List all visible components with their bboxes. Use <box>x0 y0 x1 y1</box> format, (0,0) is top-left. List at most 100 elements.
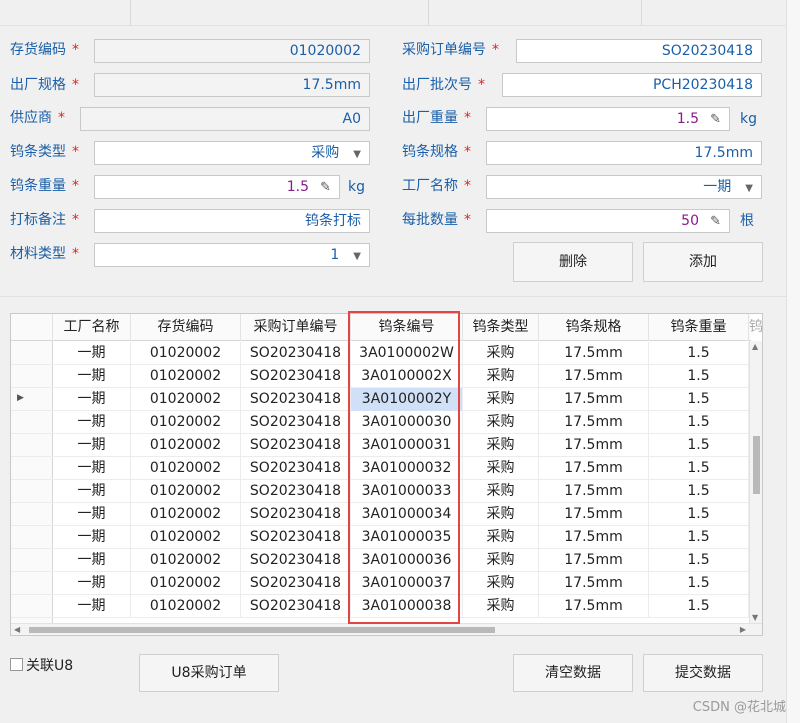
scroll-right-icon[interactable]: ▶ <box>740 624 746 635</box>
col-header-inventory-code[interactable]: 存货编码 <box>131 314 241 341</box>
cell-tungsten-type[interactable]: 采购 <box>463 434 539 457</box>
cell-tungsten-spec[interactable]: 17.5mm <box>539 595 649 618</box>
table-row[interactable]: 一期 01020002 SO20230418 3A01000035 采购 17.5mm 1.… <box>11 526 751 549</box>
col-header-po-number[interactable]: 采购订单编号 <box>241 314 351 341</box>
cell-tungsten-spec[interactable]: 17.5mm <box>539 549 649 572</box>
scroll-thumb[interactable] <box>29 627 495 633</box>
table-row[interactable]: 一期 01020002 SO20230418 3A01000030 采购 17.5mm 1.… <box>11 411 751 434</box>
cell-tungsten-weight[interactable]: 1.5 <box>649 595 749 618</box>
cell-tungsten-weight[interactable]: 1.5 <box>649 411 749 434</box>
submit-data-button[interactable]: 提交数据 <box>643 654 763 692</box>
batch-quantity-field[interactable]: 50 ✎ <box>486 209 730 233</box>
supplier-field[interactable]: A0 <box>80 107 370 131</box>
po-number-field[interactable]: SO20230418 <box>516 39 762 63</box>
cell-factory[interactable]: 一期 <box>53 342 131 365</box>
material-type-select[interactable]: 1 ▼ <box>94 243 370 267</box>
cell-tungsten-weight[interactable]: 1.5 <box>649 434 749 457</box>
cell-tungsten-no[interactable]: 3A01000035 <box>351 526 463 549</box>
col-header-overflow[interactable]: 钨 <box>749 314 762 341</box>
cell-tungsten-weight[interactable]: 1.5 <box>649 526 749 549</box>
cell-factory[interactable]: 一期 <box>53 457 131 480</box>
table-row[interactable]: 一期 01020002 SO20230418 3A0100002W 采购 17.5mm 1.… <box>11 342 751 365</box>
marking-note-field[interactable]: 钨条打标 <box>94 209 370 233</box>
cell-tungsten-weight[interactable]: 1.5 <box>649 457 749 480</box>
cell-inventory-code[interactable]: 01020002 <box>131 549 241 572</box>
cell-tungsten-no[interactable]: 3A01000033 <box>351 480 463 503</box>
cell-po-number[interactable]: SO20230418 <box>241 457 351 480</box>
scroll-left-icon[interactable]: ◀ <box>14 624 20 635</box>
cell-tungsten-type[interactable]: 采购 <box>463 457 539 480</box>
cell-po-number[interactable]: SO20230418 <box>241 365 351 388</box>
cell-tungsten-spec[interactable]: 17.5mm <box>539 434 649 457</box>
cell-tungsten-type[interactable]: 采购 <box>463 411 539 434</box>
cell-tungsten-spec[interactable]: 17.5mm <box>539 411 649 434</box>
col-header-tungsten-spec[interactable]: 钨条规格 <box>539 314 649 341</box>
delete-button[interactable]: 删除 <box>513 242 633 282</box>
table-row[interactable]: 一期 01020002 SO20230418 3A01000033 采购 17.5mm 1.… <box>11 480 751 503</box>
cell-tungsten-no[interactable]: 3A0100002Y <box>351 388 463 411</box>
cell-tungsten-type[interactable]: 采购 <box>463 595 539 618</box>
factory-name-select[interactable]: 一期 ▼ <box>486 175 762 199</box>
cell-tungsten-type[interactable]: 采购 <box>463 342 539 365</box>
u8-purchase-order-button[interactable]: U8采购订单 <box>139 654 279 692</box>
cell-inventory-code[interactable]: 01020002 <box>131 526 241 549</box>
cell-tungsten-type[interactable]: 采购 <box>463 365 539 388</box>
cell-tungsten-spec[interactable]: 17.5mm <box>539 572 649 595</box>
cell-factory[interactable]: 一期 <box>53 434 131 457</box>
tungsten-weight-field[interactable]: 1.5 ✎ <box>94 175 340 199</box>
cell-tungsten-spec[interactable]: 17.5mm <box>539 457 649 480</box>
cell-po-number[interactable]: SO20230418 <box>241 480 351 503</box>
cell-tungsten-type[interactable]: 采购 <box>463 503 539 526</box>
cell-inventory-code[interactable]: 01020002 <box>131 365 241 388</box>
factory-weight-field[interactable]: 1.5 ✎ <box>486 107 730 131</box>
cell-tungsten-spec[interactable]: 17.5mm <box>539 388 649 411</box>
tungsten-spec-field[interactable]: 17.5mm <box>486 141 762 165</box>
table-row[interactable]: 一期 01020002 SO20230418 3A01000036 采购 17.5mm 1.… <box>11 549 751 572</box>
table-row[interactable]: 一期 01020002 SO20230418 3A01000032 采购 17.5mm 1.… <box>11 457 751 480</box>
link-u8-checkbox[interactable] <box>10 658 23 671</box>
cell-tungsten-no[interactable]: 3A0100002X <box>351 365 463 388</box>
scroll-thumb[interactable] <box>753 436 760 494</box>
cell-factory[interactable]: 一期 <box>53 411 131 434</box>
cell-po-number[interactable]: SO20230418 <box>241 411 351 434</box>
cell-po-number[interactable]: SO20230418 <box>241 595 351 618</box>
cell-factory[interactable]: 一期 <box>53 595 131 618</box>
cell-tungsten-type[interactable]: 采购 <box>463 549 539 572</box>
vertical-scrollbar[interactable]: ▲ ▼ <box>749 341 762 623</box>
inventory-code-field[interactable]: 01020002 <box>94 39 370 63</box>
cell-tungsten-no[interactable]: 3A01000032 <box>351 457 463 480</box>
scroll-up-icon[interactable]: ▲ <box>752 342 758 351</box>
table-row[interactable]: 一期 01020002 SO20230418 3A0100002X 采购 17.5mm 1.… <box>11 365 751 388</box>
batch-number-field[interactable]: PCH20230418 <box>502 73 762 97</box>
col-header-factory[interactable]: 工厂名称 <box>53 314 131 341</box>
col-header-tungsten-type[interactable]: 钨条类型 <box>463 314 539 341</box>
cell-tungsten-weight[interactable]: 1.5 <box>649 342 749 365</box>
cell-tungsten-no[interactable]: 3A01000037 <box>351 572 463 595</box>
cell-inventory-code[interactable]: 01020002 <box>131 480 241 503</box>
scroll-down-icon[interactable]: ▼ <box>752 613 758 622</box>
table-row[interactable]: 一期 01020002 SO20230418 3A01000031 采购 17.5mm 1.… <box>11 434 751 457</box>
col-header-tungsten-weight[interactable]: 钨条重量 <box>649 314 749 341</box>
cell-tungsten-weight[interactable]: 1.5 <box>649 503 749 526</box>
cell-po-number[interactable]: SO20230418 <box>241 434 351 457</box>
cell-factory[interactable]: 一期 <box>53 549 131 572</box>
edit-icon[interactable]: ✎ <box>317 177 331 198</box>
cell-po-number[interactable]: SO20230418 <box>241 388 351 411</box>
cell-tungsten-weight[interactable]: 1.5 <box>649 572 749 595</box>
cell-factory[interactable]: 一期 <box>53 365 131 388</box>
cell-inventory-code[interactable]: 01020002 <box>131 572 241 595</box>
add-button[interactable]: 添加 <box>643 242 763 282</box>
cell-inventory-code[interactable]: 01020002 <box>131 388 241 411</box>
cell-inventory-code[interactable]: 01020002 <box>131 457 241 480</box>
cell-tungsten-no[interactable]: 3A01000030 <box>351 411 463 434</box>
cell-tungsten-no[interactable]: 3A01000034 <box>351 503 463 526</box>
cell-tungsten-no[interactable]: 3A0100002W <box>351 342 463 365</box>
cell-factory[interactable]: 一期 <box>53 480 131 503</box>
factory-spec-field[interactable]: 17.5mm <box>94 73 370 97</box>
cell-tungsten-spec[interactable]: 17.5mm <box>539 342 649 365</box>
table-row[interactable]: 一期 01020002 SO20230418 3A01000034 采购 17.5mm 1.… <box>11 503 751 526</box>
cell-factory[interactable]: 一期 <box>53 572 131 595</box>
cell-po-number[interactable]: SO20230418 <box>241 572 351 595</box>
cell-tungsten-spec[interactable]: 17.5mm <box>539 503 649 526</box>
cell-inventory-code[interactable]: 01020002 <box>131 503 241 526</box>
